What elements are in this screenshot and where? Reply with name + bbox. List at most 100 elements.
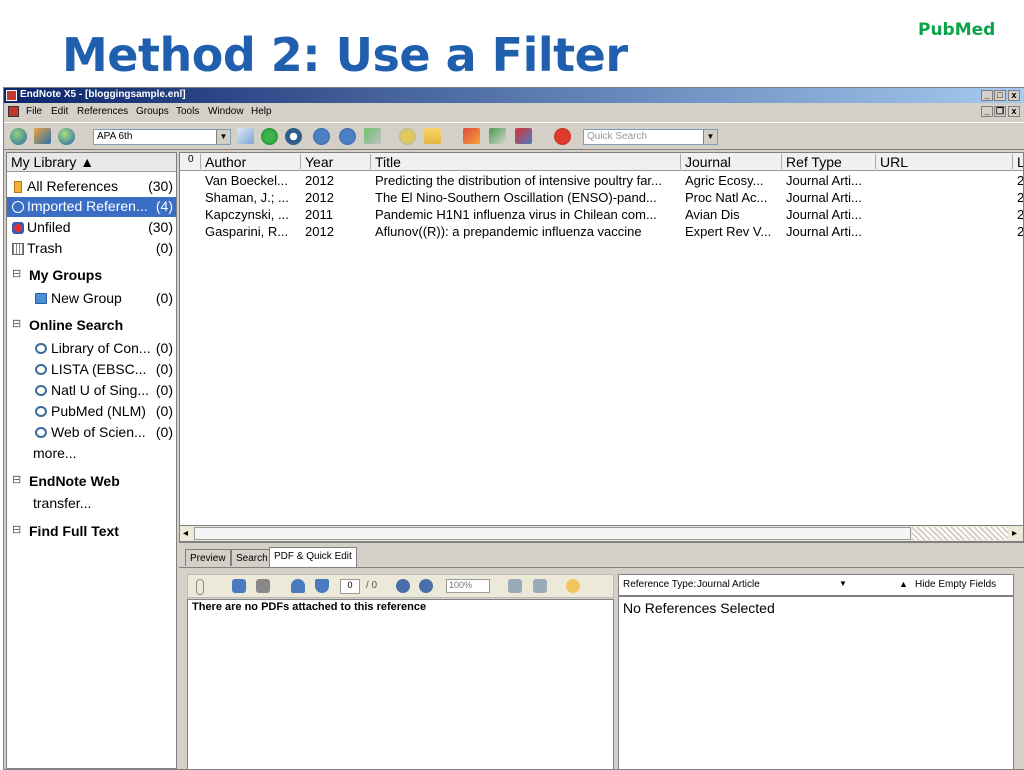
group-find-full-text[interactable]: ⊟ Find Full Text xyxy=(7,523,176,543)
slide-tag: PubMed xyxy=(918,20,996,40)
column-title[interactable]: Title xyxy=(370,154,675,170)
help-icon[interactable] xyxy=(554,128,571,145)
bottom-pane: 0 / 0 100% There are no PDFs attached to… xyxy=(179,567,1024,769)
format-bibliography-icon[interactable] xyxy=(489,128,506,144)
collapse-icon[interactable]: ⊟ xyxy=(12,267,21,280)
collapse-icon[interactable]: ⊟ xyxy=(12,523,21,536)
chevron-down-icon[interactable]: ▼ xyxy=(703,130,717,144)
table-row[interactable]: Gasparini, R... 2012 Aflunov((R)): a pre… xyxy=(180,223,1023,240)
sidebar-item-unfiled[interactable]: Unfiled (30) xyxy=(7,218,176,238)
reference-list-scrollbar[interactable]: ◂ ▸ xyxy=(179,525,1024,542)
tab-pdf-quick-edit[interactable]: PDF & Quick Edit xyxy=(269,547,357,567)
copy-formatted-icon[interactable] xyxy=(237,128,254,144)
group-my-groups[interactable]: ⊟ My Groups xyxy=(7,267,176,287)
scroll-right-icon[interactable]: ▸ xyxy=(1012,528,1017,539)
find-full-text-icon[interactable] xyxy=(285,128,302,145)
table-row[interactable]: Shaman, J.; ... 2012 The El Nino-Souther… xyxy=(180,189,1023,206)
insert-citation-icon[interactable] xyxy=(463,128,480,144)
local-library-icon[interactable] xyxy=(34,128,51,144)
minimize-button[interactable]: _ xyxy=(981,90,993,101)
column-author[interactable]: Author xyxy=(200,154,297,170)
integrated-library-icon[interactable] xyxy=(58,128,75,145)
sidebar-item-new-group[interactable]: New Group (0) xyxy=(7,289,176,309)
online-mode-icon[interactable] xyxy=(10,128,27,145)
download-icon[interactable] xyxy=(313,128,330,145)
upload-icon[interactable] xyxy=(339,128,356,145)
sidebar-item-all-references[interactable]: All References (30) xyxy=(7,177,176,197)
doc-restore-button[interactable]: ❐ xyxy=(994,106,1006,117)
menu-edit[interactable]: Edit xyxy=(51,106,68,117)
group-online-search[interactable]: ⊟ Online Search xyxy=(7,317,176,337)
chevron-down-icon[interactable]: ▼ xyxy=(216,130,230,144)
folder-icon xyxy=(35,293,47,304)
sidebar-item-trash[interactable]: Trash (0) xyxy=(7,239,176,259)
annotation-icon[interactable] xyxy=(566,579,580,593)
fit-page-icon[interactable] xyxy=(508,579,522,593)
quick-search-placeholder: Quick Search xyxy=(587,131,648,142)
open-link-icon[interactable] xyxy=(399,128,416,145)
trash-icon xyxy=(12,243,24,255)
new-reference-icon[interactable] xyxy=(261,128,278,145)
collapse-icon[interactable]: ⊟ xyxy=(12,317,21,330)
zoom-out-icon[interactable] xyxy=(396,579,410,593)
menu-references[interactable]: References xyxy=(77,106,128,117)
menu-file[interactable]: File xyxy=(26,106,42,117)
fit-width-icon[interactable] xyxy=(533,579,547,593)
sidebar-item-imported-references[interactable]: Imported Referen... (4) xyxy=(7,197,176,217)
reference-list-header: 0 Author Year Title Journal Ref Type URL… xyxy=(180,153,1023,171)
hide-empty-fields-button[interactable]: Hide Empty Fields xyxy=(915,579,996,590)
tab-search[interactable]: Search xyxy=(231,549,273,566)
menu-window[interactable]: Window xyxy=(208,106,244,117)
reference-type-select[interactable]: Journal Article xyxy=(697,579,760,590)
menu-help[interactable]: Help xyxy=(251,106,272,117)
sidebar-item-web-of-science[interactable]: Web of Scien... (0) xyxy=(7,423,176,443)
close-button[interactable]: x xyxy=(1008,90,1020,101)
doc-minimize-button[interactable]: _ xyxy=(981,106,993,117)
column-last[interactable]: L xyxy=(1012,154,1023,170)
zoom-select[interactable]: 100% xyxy=(446,579,490,593)
reference-type-label: Reference Type: xyxy=(623,579,697,590)
menu-tools[interactable]: Tools xyxy=(176,106,199,117)
document-icon[interactable] xyxy=(8,106,19,117)
column-url[interactable]: URL xyxy=(875,154,1013,170)
attach-file-icon[interactable] xyxy=(196,579,204,595)
tab-preview[interactable]: Preview xyxy=(185,549,231,566)
sync-icon[interactable] xyxy=(364,128,381,144)
output-style-select[interactable]: APA 6th ▼ xyxy=(93,129,231,145)
page-down-icon[interactable] xyxy=(315,579,329,593)
open-file-icon[interactable] xyxy=(424,128,441,144)
group-endnote-web[interactable]: ⊟ EndNote Web xyxy=(7,473,176,493)
column-year[interactable]: Year xyxy=(300,154,367,170)
chevron-down-icon[interactable]: ▼ xyxy=(839,579,847,588)
restore-button[interactable]: □ xyxy=(994,90,1006,101)
sidebar-item-natl-u-singapore[interactable]: Natl U of Sing... (0) xyxy=(7,381,176,401)
page-up-icon[interactable] xyxy=(291,579,305,593)
attachment-column-icon[interactable]: 0 xyxy=(184,154,194,169)
scroll-left-icon[interactable]: ◂ xyxy=(183,528,188,539)
menu-groups[interactable]: Groups xyxy=(136,106,169,117)
table-row[interactable]: Van Boeckel... 2012 Predicting the distr… xyxy=(180,172,1023,189)
scrollbar-track[interactable] xyxy=(912,527,1008,540)
collapse-icon[interactable]: ⊟ xyxy=(12,473,21,486)
print-icon[interactable] xyxy=(256,579,270,593)
online-search-more-link[interactable]: more... xyxy=(33,445,77,461)
save-icon[interactable] xyxy=(232,579,246,593)
no-pdf-message: There are no PDFs attached to this refer… xyxy=(192,601,427,613)
scrollbar-thumb[interactable] xyxy=(194,527,911,540)
column-journal[interactable]: Journal xyxy=(680,154,778,170)
column-ref-type[interactable]: Ref Type xyxy=(781,154,872,170)
page-number-field[interactable]: 0 xyxy=(340,579,360,594)
library-header[interactable]: My Library ▲ xyxy=(7,153,176,172)
toolbar: APA 6th ▼ Quick Search ▼ xyxy=(4,122,1024,150)
no-references-message: No References Selected xyxy=(623,600,775,616)
endnote-web-transfer-link[interactable]: transfer... xyxy=(33,495,91,511)
sidebar-item-pubmed[interactable]: PubMed (NLM) (0) xyxy=(7,402,176,422)
sidebar-item-library-of-congress[interactable]: Library of Con... (0) xyxy=(7,339,176,359)
return-to-word-icon[interactable] xyxy=(515,128,532,144)
table-row[interactable]: Kapczynski, ... 2011 Pandemic H1N1 influ… xyxy=(180,206,1023,223)
zoom-in-icon[interactable] xyxy=(419,579,433,593)
doc-close-button[interactable]: x xyxy=(1008,106,1020,117)
sidebar-item-lista[interactable]: LISTA (EBSC... (0) xyxy=(7,360,176,380)
quick-search-field[interactable]: Quick Search ▼ xyxy=(583,129,718,145)
search-icon xyxy=(35,385,47,396)
